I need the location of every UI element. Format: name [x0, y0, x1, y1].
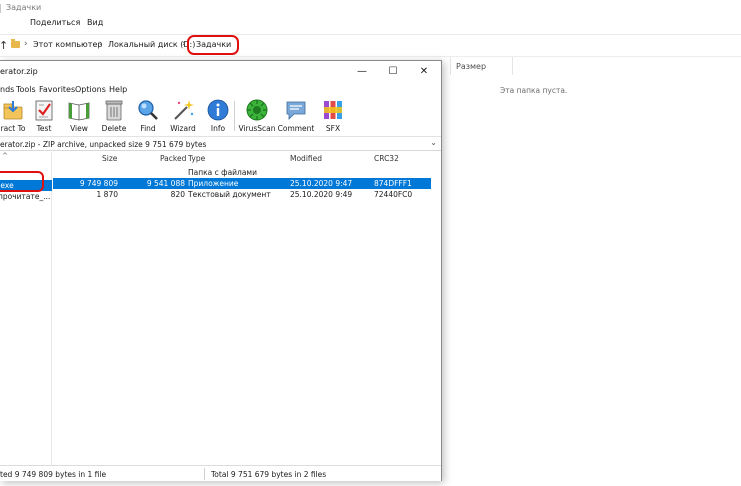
file-name-cell[interactable]: прочитате_...	[0, 191, 52, 202]
toolbar: ract To Test View Delete Find Wizard Inf…	[0, 97, 441, 137]
chevron-down-icon[interactable]: ⌄	[430, 138, 437, 147]
file-type: Текстовый документ	[188, 190, 271, 199]
file-size: 9 749 809	[79, 179, 118, 188]
column-divider[interactable]	[512, 57, 513, 75]
column-header-packed[interactable]: Packed	[160, 154, 186, 163]
column-header-crc32[interactable]: CRC32	[374, 154, 399, 163]
archive-path-bar[interactable]: erator.zip - ZIP archive, unpacked size …	[0, 138, 441, 151]
toolbar-separator	[234, 101, 235, 131]
test-icon	[35, 100, 53, 121]
column-divider[interactable]	[450, 57, 451, 75]
menu-help[interactable]: Help	[109, 85, 127, 94]
file-crc32: 874DFFF1	[374, 179, 412, 188]
explorer-titlebar: Задачки	[0, 0, 741, 16]
sfx-icon	[324, 101, 342, 119]
menu-options[interactable]: Options	[75, 85, 106, 94]
wizard-icon	[174, 100, 194, 120]
find-button[interactable]: Find	[134, 97, 162, 137]
table-row[interactable]: 9 749 809 9 541 088 Приложение 25.10.202…	[53, 178, 431, 189]
comment-icon	[286, 101, 306, 120]
sfx-label: SFX	[325, 124, 341, 133]
find-label: Find	[140, 124, 156, 133]
close-button[interactable]: ✕	[410, 63, 438, 81]
folder-type: Папка с файлами	[188, 168, 257, 177]
info-button[interactable]: Info	[204, 97, 232, 137]
file-type: Приложение	[188, 179, 239, 188]
explorer-title: Задачки	[6, 3, 42, 12]
menu-tools[interactable]: Tools	[16, 85, 36, 94]
red-highlight-annotation	[187, 35, 239, 55]
test-button[interactable]: Test	[30, 97, 58, 137]
status-total: Total 9 751 679 bytes in 2 files	[211, 470, 327, 479]
test-label: Test	[36, 124, 52, 133]
file-modified: 25.10.2020 9:47	[290, 179, 353, 188]
folder-icon	[11, 39, 20, 48]
column-header-type[interactable]: Type	[188, 154, 205, 163]
status-bar: ted 9 749 809 bytes in 1 file Total 9 75…	[0, 465, 441, 481]
maximize-button[interactable]: ☐	[379, 63, 407, 81]
chevron-right-icon[interactable]: ›	[24, 39, 28, 49]
up-arrow-icon[interactable]: ↑	[0, 39, 8, 52]
minimize-button[interactable]: —	[348, 63, 376, 81]
status-separator	[204, 468, 205, 480]
red-highlight-annotation	[0, 171, 44, 192]
file-list[interactable]: Size Packed Type Modified CRC32 Папка с …	[53, 152, 441, 465]
extract-to-label: ract To	[0, 124, 26, 133]
file-crc32: 72440FC0	[374, 190, 413, 199]
info-label: Info	[210, 124, 226, 133]
ribbon-tabs: Поделиться Вид	[0, 16, 741, 34]
view-label: View	[70, 124, 88, 133]
column-header-size[interactable]: Size	[102, 154, 117, 163]
folder-tree-pane[interactable]: ^ .exe прочитате_...	[0, 152, 52, 465]
virusscan-label: VirusScan	[238, 124, 276, 133]
info-icon	[207, 99, 229, 121]
find-icon	[138, 100, 158, 120]
comment-button[interactable]: Comment	[277, 97, 315, 137]
virusscan-button[interactable]: VirusScan	[237, 97, 277, 137]
column-header-size[interactable]: Размер	[456, 62, 486, 71]
table-row[interactable]: 1 870 820 Текстовый документ 25.10.2020 …	[53, 189, 431, 200]
tab-view[interactable]: Вид	[87, 18, 103, 27]
winrar-titlebar[interactable]: erator.zip — ☐ ✕	[0, 61, 441, 83]
sfx-button[interactable]: SFX	[318, 97, 348, 137]
menu-favorites[interactable]: Favorites	[39, 85, 75, 94]
up-arrow-icon[interactable]: ^	[2, 152, 8, 160]
winrar-title: erator.zip	[0, 67, 38, 76]
content-divider	[0, 56, 741, 57]
virusscan-icon	[246, 99, 268, 121]
delete-icon	[105, 100, 123, 121]
extract-to-button[interactable]: ract To	[0, 97, 34, 137]
view-icon	[68, 102, 90, 121]
table-row-folder[interactable]: Папка с файлами	[53, 167, 431, 178]
title-separator	[0, 4, 1, 13]
menu-commands[interactable]: nds	[0, 85, 14, 94]
file-modified: 25.10.2020 9:49	[290, 190, 353, 199]
file-size: 1 870	[96, 190, 118, 199]
chevron-right-icon[interactable]: ›	[182, 39, 186, 49]
comment-label: Comment	[277, 124, 315, 133]
winrar-window: erator.zip — ☐ ✕ nds Tools Favorites Opt…	[0, 60, 442, 481]
status-selected: ted 9 749 809 bytes in 1 file	[0, 470, 107, 479]
extract-to-icon	[3, 101, 23, 120]
file-name: прочитате_...	[0, 192, 51, 201]
view-button[interactable]: View	[64, 97, 94, 137]
breadcrumb-this-pc[interactable]: Этот компьютер	[33, 40, 102, 49]
delete-button[interactable]: Delete	[99, 97, 129, 137]
menu-bar: nds Tools Favorites Options Help	[0, 83, 441, 97]
column-header-modified[interactable]: Modified	[290, 154, 322, 163]
chevron-right-icon[interactable]: ›	[99, 39, 103, 49]
delete-label: Delete	[101, 124, 127, 133]
tab-share[interactable]: Поделиться	[30, 18, 80, 27]
archive-path: erator.zip - ZIP archive, unpacked size …	[0, 140, 207, 149]
file-packed: 820	[170, 190, 185, 199]
address-bar[interactable]: ↑ › Этот компьютер › Локальный диск (D:)…	[0, 34, 741, 56]
file-packed: 9 541 088	[146, 179, 185, 188]
empty-folder-message: Эта папка пуста.	[500, 86, 568, 95]
wizard-button[interactable]: Wizard	[167, 97, 199, 137]
wizard-label: Wizard	[170, 124, 196, 133]
